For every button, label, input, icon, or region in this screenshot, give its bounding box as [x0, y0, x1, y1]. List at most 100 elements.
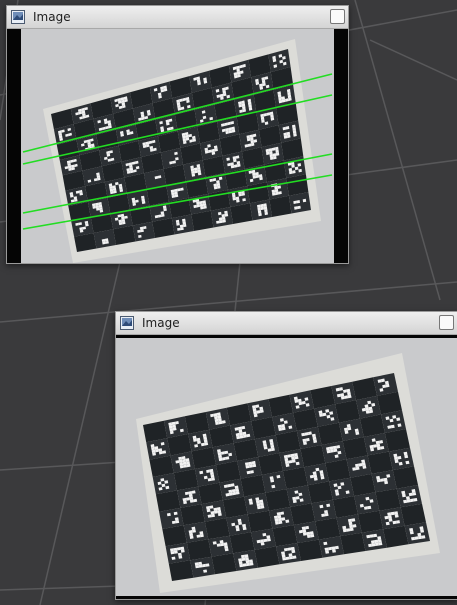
marker-bit: [385, 521, 390, 526]
marker-bit: [295, 461, 300, 466]
marker-bit: [257, 505, 261, 510]
window-titlebar[interactable]: Image: [116, 312, 457, 335]
marker-bit: [199, 531, 204, 535]
marker-bit: [105, 240, 109, 244]
image-window-bottom[interactable]: Image: [115, 311, 457, 600]
marker-bit: [419, 526, 424, 530]
marker-bit: [188, 530, 193, 534]
marker-bit: [374, 542, 379, 546]
marker-bit: [367, 505, 372, 510]
marker-bit: [191, 526, 196, 530]
marker-bit: [258, 212, 262, 217]
marker-bit: [174, 517, 179, 521]
marker-bit: [262, 533, 267, 537]
window-titlebar[interactable]: Image: [7, 6, 348, 29]
marker-bit: [235, 488, 240, 492]
marker-bit: [281, 551, 285, 555]
marker-bit: [259, 502, 264, 506]
image-window-top[interactable]: Image: [6, 5, 349, 264]
marker-bit: [342, 525, 347, 530]
marker-bit: [313, 477, 318, 481]
marker-bit: [192, 529, 196, 533]
marker-bit: [292, 555, 297, 559]
marker-bit: [203, 569, 208, 573]
marker-bit: [359, 503, 364, 508]
marker-bit: [185, 497, 190, 501]
marker-bit: [238, 558, 243, 562]
aruco-marker: [219, 478, 245, 501]
marker-bit: [380, 478, 385, 482]
marker-bit: [260, 206, 265, 211]
close-button[interactable]: [330, 9, 345, 24]
marker-bit: [302, 438, 307, 443]
marker-bit: [278, 520, 283, 525]
marker-bit: [194, 562, 199, 566]
aruco-marker: [388, 447, 414, 471]
marker-bit: [363, 506, 368, 510]
marker-bit: [238, 561, 243, 565]
aruco-marker: [159, 507, 184, 529]
marker-bit: [271, 189, 276, 193]
aruco-marker: [226, 514, 251, 536]
marker-bit: [386, 474, 391, 478]
marker-bit: [361, 462, 366, 466]
marker-bit: [321, 513, 326, 517]
marker-bit: [370, 540, 375, 544]
marker-bit: [349, 527, 354, 532]
marker-bit: [394, 459, 399, 464]
marker-bit: [274, 188, 279, 193]
marker-bit: [231, 522, 236, 527]
marker-bit: [189, 535, 194, 539]
marker-bit: [280, 511, 285, 515]
marker-bit: [421, 535, 426, 539]
board-square: [254, 546, 280, 568]
marker-bit: [403, 451, 408, 456]
marker-bit: [244, 554, 249, 558]
board-square: [400, 503, 426, 526]
marker-bit: [346, 528, 351, 532]
marker-bit: [263, 538, 268, 543]
board-square: [325, 459, 351, 482]
marker-bit: [182, 497, 187, 502]
marker-bit: [310, 534, 315, 538]
board-square: [240, 474, 266, 497]
marker-bit: [277, 517, 282, 522]
close-button[interactable]: [439, 315, 454, 330]
board-square: [307, 481, 333, 504]
marker-bit: [281, 517, 286, 521]
marker-bit: [301, 432, 306, 437]
marker-bit: [324, 512, 329, 517]
board-square: [168, 560, 194, 581]
marker-bit: [211, 477, 215, 481]
board-square: [384, 429, 410, 452]
board-square: [282, 467, 308, 489]
marker-bit: [288, 425, 293, 429]
marker-bit: [294, 490, 299, 494]
marker-bit: [309, 531, 314, 535]
marker-bit: [199, 533, 204, 538]
marker-bit: [206, 508, 211, 513]
marker-bit: [296, 200, 300, 204]
marker-bit: [283, 454, 288, 459]
marker-bit: [331, 546, 336, 550]
marker-bit: [380, 446, 385, 450]
board-square: [342, 437, 368, 460]
aruco-marker: [251, 528, 276, 550]
marker-bit: [395, 520, 400, 524]
marker-bit: [172, 424, 176, 428]
marker-bit: [180, 546, 185, 550]
marker-bit: [272, 192, 276, 196]
marker-bit: [276, 512, 281, 516]
marker-bit: [291, 549, 296, 554]
marker-bit: [302, 198, 307, 203]
camera-image-view: [116, 335, 457, 599]
image-border-left: [7, 29, 21, 263]
marker-bit: [405, 496, 410, 500]
marker-bit: [223, 542, 228, 546]
marker-bit: [249, 562, 254, 566]
marker-bit: [162, 450, 167, 454]
image-border-bottom: [116, 596, 457, 599]
aruco-marker: [354, 492, 380, 515]
marker-bit: [164, 480, 169, 484]
marker-bit: [216, 220, 220, 224]
